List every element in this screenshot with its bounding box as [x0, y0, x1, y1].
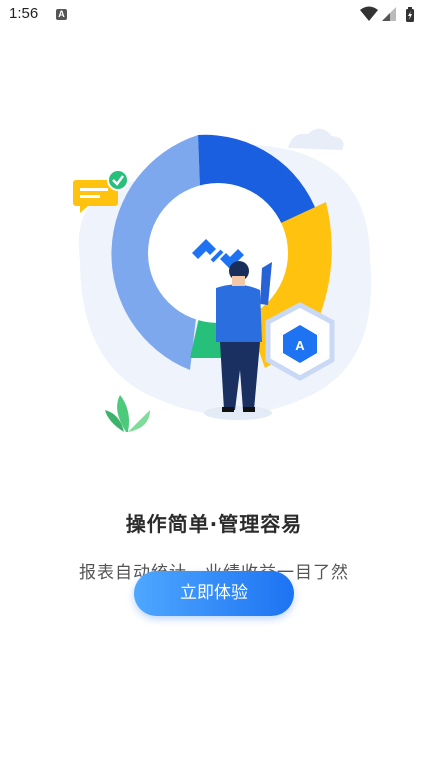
plant-icon — [105, 395, 150, 432]
status-time: 1:56 — [9, 5, 39, 22]
cloud-icon — [288, 128, 344, 150]
check-icon — [107, 169, 129, 191]
illustration: A — [73, 128, 372, 432]
status-icons — [360, 6, 414, 22]
status-bar: 1:56 A — [0, 0, 428, 30]
signal-icon — [382, 7, 396, 21]
try-now-button[interactable]: 立即体验 — [134, 571, 294, 616]
onboarding-headline: 操作简单·管理容易 — [125, 512, 303, 536]
battery-icon — [406, 7, 414, 22]
wifi-icon — [360, 6, 378, 21]
notification-icon: A — [56, 9, 67, 20]
svg-text:A: A — [295, 338, 305, 353]
hexagon-badge-icon: A — [265, 302, 335, 381]
